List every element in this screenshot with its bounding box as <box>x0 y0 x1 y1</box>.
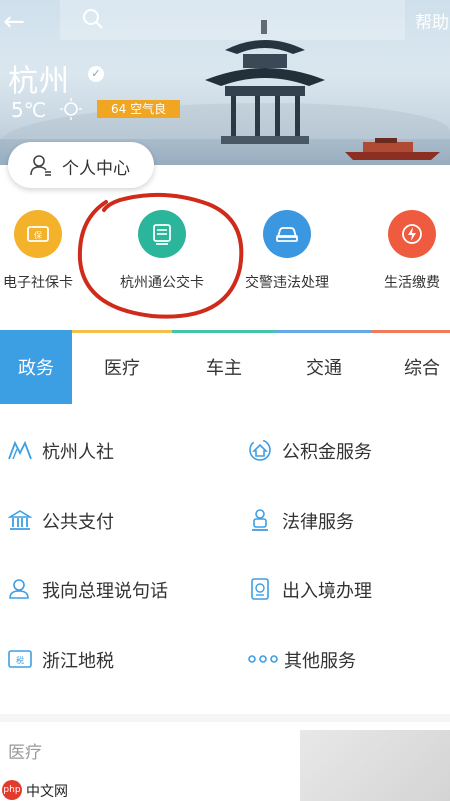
service-label: 法律服务 <box>282 512 354 533</box>
service-label: 杭州人社 <box>42 442 114 463</box>
shortcut-social-security-card[interactable]: 保 电子社保卡 <box>0 210 93 300</box>
user-icon <box>30 155 51 176</box>
shortcut-traffic-violation[interactable]: 交警违法处理 <box>232 210 342 300</box>
more-dots-icon <box>248 655 278 663</box>
watermark-text: 中文网 <box>26 784 68 800</box>
service-exit-entry[interactable]: 出入境办理 <box>248 569 438 609</box>
service-grid: 杭州人社 公积金服务 公共支付 法律服务 我向总理说句话 出入境办理 税 浙江地… <box>0 404 450 714</box>
header-banner: ← 帮助 杭州 ✓ 5℃ 64 空气良 <box>0 0 450 165</box>
user-message-icon <box>9 579 29 599</box>
passport-icon <box>251 578 269 600</box>
law-icon <box>252 509 268 531</box>
tab-medical[interactable]: 医疗 <box>72 333 172 404</box>
shortcut-utility-payment[interactable]: 生活缴费 <box>357 210 450 300</box>
bolt-icon <box>388 210 436 258</box>
temperature: 5℃ <box>11 98 47 122</box>
watermark-logo: php <box>2 780 22 800</box>
section-title: 医疗 <box>8 743 42 763</box>
back-button[interactable]: ← <box>0 8 28 36</box>
service-zhejiang-tax[interactable]: 税 浙江地税 <box>8 639 208 679</box>
social-security-card-icon: 保 <box>14 210 62 258</box>
service-label: 公积金服务 <box>282 442 372 463</box>
service-label: 我向总理说句话 <box>42 581 168 602</box>
back-arrow-icon: ← <box>3 7 25 37</box>
tab-general[interactable]: 综合 <box>372 333 450 404</box>
shortcut-label: 生活缴费 <box>384 275 440 291</box>
tab-car-owner[interactable]: 车主 <box>172 333 276 404</box>
service-label: 公共支付 <box>42 512 114 533</box>
tab-traffic[interactable]: 交通 <box>276 333 372 404</box>
service-housing-fund[interactable]: 公积金服务 <box>248 430 438 470</box>
bank-icon <box>8 510 32 530</box>
service-label: 浙江地税 <box>42 651 114 672</box>
category-tabs: 政务 医疗 车主 交通 综合 <box>0 330 450 404</box>
svg-text:保: 保 <box>34 230 42 240</box>
weather-sun-icon <box>60 98 82 120</box>
svg-text:税: 税 <box>16 655 24 665</box>
tax-icon: 税 <box>8 650 32 668</box>
boat-image <box>345 138 440 160</box>
help-link[interactable]: 帮助 <box>415 8 449 33</box>
search-icon <box>83 9 103 29</box>
air-quality-badge: 64 空气良 <box>97 100 181 118</box>
service-legal[interactable]: 法律服务 <box>248 500 438 540</box>
search-bar[interactable] <box>60 0 405 40</box>
tab-government[interactable]: 政务 <box>0 333 72 404</box>
personal-center-button[interactable]: 个人中心 <box>8 142 154 188</box>
service-other[interactable]: 其他服务 <box>248 639 438 679</box>
car-icon <box>263 210 311 258</box>
service-premier-message[interactable]: 我向总理说句话 <box>8 569 238 609</box>
personal-center-label: 个人中心 <box>62 159 130 179</box>
city-name[interactable]: 杭州 <box>8 56 70 100</box>
city-dropdown-icon[interactable]: ✓ <box>88 66 104 82</box>
medical-thumbnail[interactable] <box>300 730 450 801</box>
service-public-payment[interactable]: 公共支付 <box>8 500 208 540</box>
bus-card-icon <box>138 210 186 258</box>
hangzhou-hr-icon <box>8 440 32 460</box>
service-label: 出入境办理 <box>282 581 372 602</box>
shortcut-row: 保 电子社保卡 杭州通公交卡 交警违法处理 生活缴费 <box>0 165 450 330</box>
service-label: 其他服务 <box>284 651 356 672</box>
shortcut-bus-card[interactable]: 杭州通公交卡 <box>107 210 217 300</box>
service-hangzhou-hr[interactable]: 杭州人社 <box>8 430 208 470</box>
housing-fund-icon <box>249 439 271 461</box>
